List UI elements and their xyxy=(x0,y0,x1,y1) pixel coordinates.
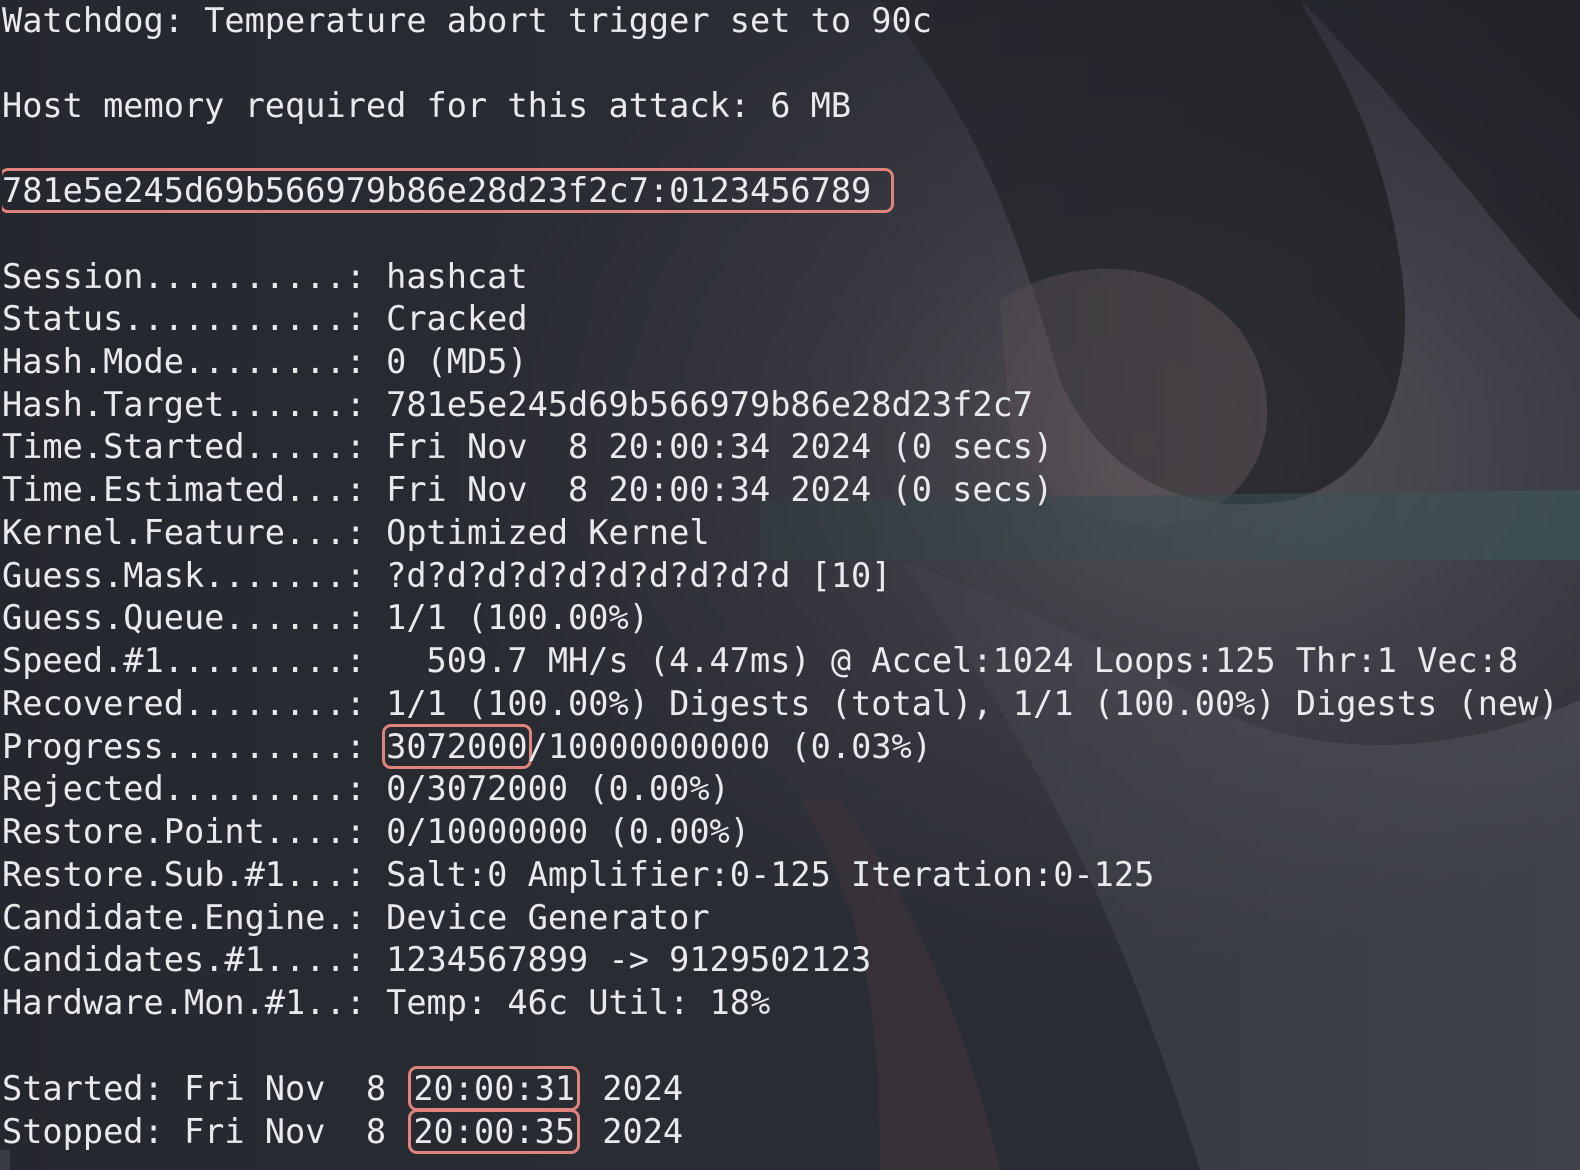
started-time-highlight: 20:00:31 xyxy=(408,1066,581,1111)
progress-value-highlight: 3072000 xyxy=(382,724,532,769)
memory-line: Host memory required for this attack: 6 … xyxy=(2,86,852,125)
status-line-candidates: Candidates.#1....: 1234567899 -> 9129502… xyxy=(2,940,872,979)
started-suffix: 2024 xyxy=(582,1069,684,1108)
stopped-suffix: 2024 xyxy=(582,1112,684,1151)
watchdog-line: Watchdog: Temperature abort trigger set … xyxy=(2,1,932,40)
status-line-session: Session..........: hashcat xyxy=(2,257,528,296)
status-line-speed: Speed.#1.........: 509.7 MH/s (4.47ms) @… xyxy=(2,641,1519,680)
status-line-guess-mask: Guess.Mask.......: ?d?d?d?d?d?d?d?d?d?d … xyxy=(2,556,892,595)
cracked-hash-line: 781e5e245d69b566979b86e28d23f2c7:0123456… xyxy=(2,168,895,213)
status-line-hash-target: Hash.Target......: 781e5e245d69b566979b8… xyxy=(2,385,1034,424)
stopped-line: Stopped: Fri Nov 8 20:00:35 2024 xyxy=(2,1109,684,1154)
status-line-guess-queue: Guess.Queue......: 1/1 (100.00%) xyxy=(2,598,649,637)
status-line-hash-mode: Hash.Mode........: 0 (MD5) xyxy=(2,342,528,381)
status-line-hardware-mon: Hardware.Mon.#1..: Temp: 46c Util: 18% xyxy=(2,983,771,1022)
prompt-cursor xyxy=(0,1150,10,1170)
status-line-status: Status...........: Cracked xyxy=(2,299,528,338)
status-line-restore-point: Restore.Point....: 0/10000000 (0.00%) xyxy=(2,812,750,851)
stopped-prefix: Stopped: Fri Nov 8 xyxy=(2,1112,407,1151)
progress-rest: /10000000000 (0.03%) xyxy=(527,727,932,766)
started-prefix: Started: Fri Nov 8 xyxy=(2,1069,407,1108)
status-line-restore-sub: Restore.Sub.#1...: Salt:0 Amplifier:0-12… xyxy=(2,855,1155,894)
status-line-rejected: Rejected.........: 0/3072000 (0.00%) xyxy=(2,769,730,808)
status-line-time-started: Time.Started.....: Fri Nov 8 20:00:34 20… xyxy=(2,427,1054,466)
terminal-output: Watchdog: Temperature abort trigger set … xyxy=(2,0,1578,1170)
status-line-progress: Progress.........: 3072000/10000000000 (… xyxy=(2,724,932,769)
status-line-kernel-feature: Kernel.Feature...: Optimized Kernel xyxy=(2,513,710,552)
progress-label: Progress.........: xyxy=(2,727,387,766)
started-line: Started: Fri Nov 8 20:00:31 2024 xyxy=(2,1066,684,1111)
status-line-time-estimated: Time.Estimated...: Fri Nov 8 20:00:34 20… xyxy=(2,470,1054,509)
cracked-hash-highlight: 781e5e245d69b566979b86e28d23f2c7:0123456… xyxy=(2,168,895,213)
status-line-recovered: Recovered........: 1/1 (100.00%) Digests… xyxy=(2,684,1559,723)
status-line-candidate-engine: Candidate.Engine.: Device Generator xyxy=(2,898,710,937)
stopped-time-highlight: 20:00:35 xyxy=(408,1109,581,1154)
